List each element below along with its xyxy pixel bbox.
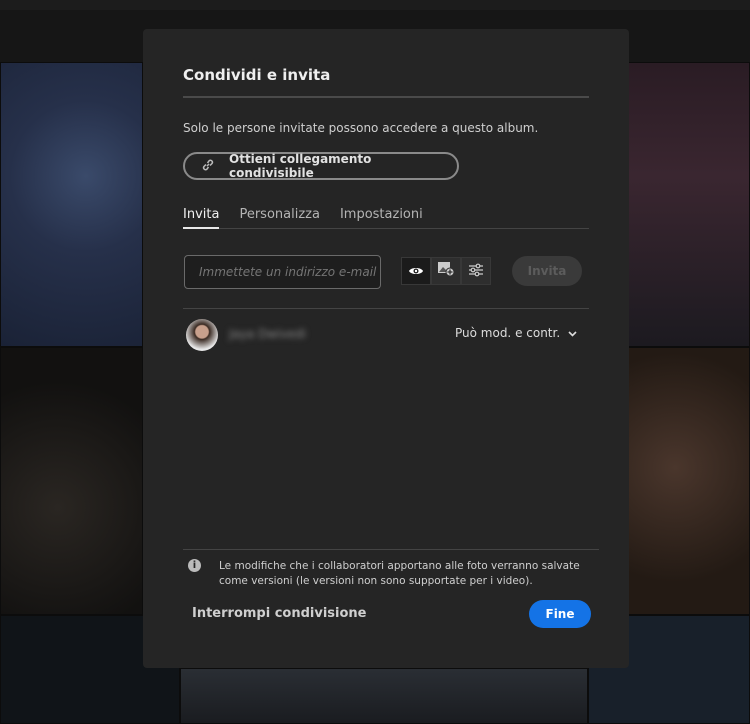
chevron-down-icon (568, 326, 577, 340)
tab-settings[interactable]: Impostazioni (340, 207, 423, 229)
dialog-title: Condividi e invita (183, 66, 331, 84)
tab-bar: Invita Personalizza Impostazioni (183, 207, 589, 229)
photo-tile[interactable] (628, 62, 750, 347)
tab-invite[interactable]: Invita (183, 207, 220, 229)
collaborator-name: Jaya Dwivedi (229, 327, 306, 341)
avatar (186, 319, 218, 351)
sliders-icon (468, 262, 484, 281)
stop-sharing-button[interactable]: Interrompi condivisione (192, 606, 367, 621)
share-dialog: Condividi e invita Solo le persone invit… (143, 29, 629, 668)
divider (183, 308, 589, 309)
eye-icon (408, 262, 424, 281)
image-add-icon (437, 261, 455, 281)
get-link-label: Ottieni collegamento condivisibile (229, 152, 372, 180)
dialog-description: Solo le persone invitate possono acceder… (183, 121, 539, 135)
permission-dropdown[interactable]: Può mod. e contr. (455, 326, 577, 340)
photo-tile[interactable] (0, 62, 143, 347)
edit-permission-button[interactable] (461, 257, 491, 285)
photo-tile[interactable] (180, 668, 588, 724)
divider (183, 549, 599, 550)
permission-label: Può mod. e contr. (455, 326, 561, 340)
done-button[interactable]: Fine (529, 600, 591, 628)
permission-toggle-group (401, 257, 491, 285)
email-input[interactable] (184, 255, 381, 289)
top-bar (0, 0, 750, 10)
add-photos-permission-button[interactable] (431, 257, 461, 285)
view-permission-button[interactable] (401, 257, 431, 285)
link-icon (201, 158, 215, 175)
get-link-button[interactable]: Ottieni collegamento condivisibile (183, 152, 459, 180)
divider (183, 96, 589, 98)
versions-note: Le modifiche che i collaboratori apporta… (219, 560, 580, 587)
tab-customize[interactable]: Personalizza (239, 207, 320, 229)
invite-button[interactable]: Invita (512, 256, 582, 286)
info-icon: i (188, 559, 201, 572)
photo-tile[interactable] (0, 347, 143, 615)
